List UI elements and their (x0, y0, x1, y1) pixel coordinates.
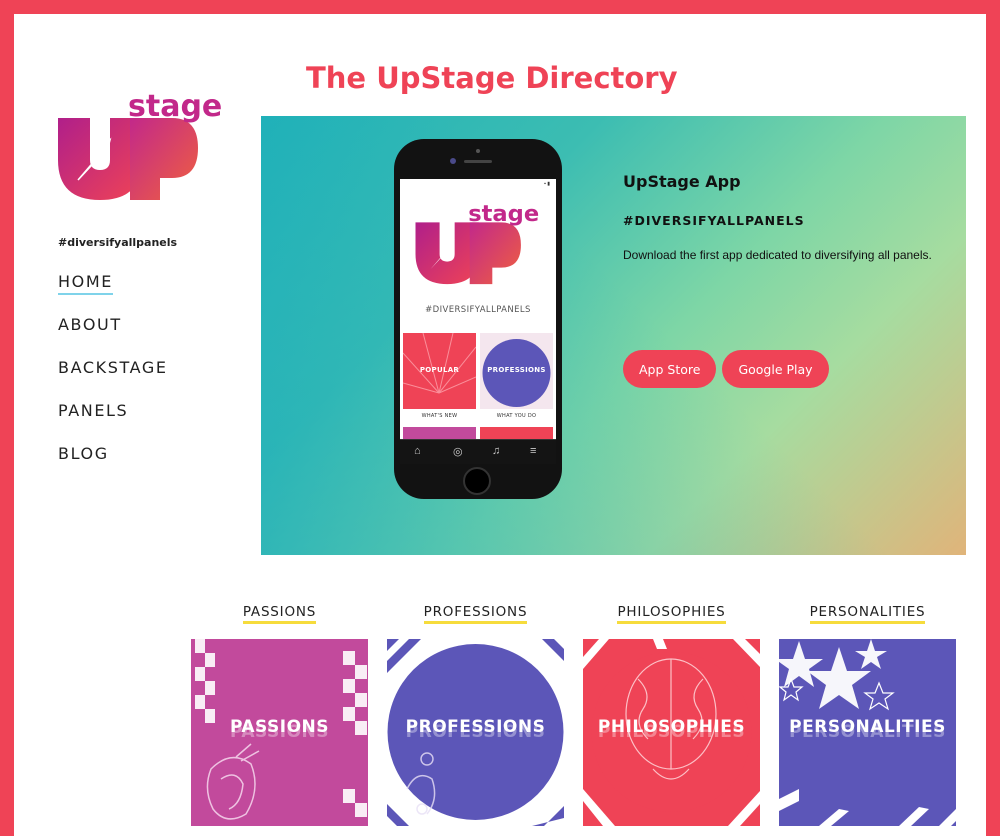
upstage-logo-icon: stage (58, 89, 222, 200)
category-label: PERSONALITIES (789, 717, 946, 737)
menu-icon: ≡ (530, 445, 537, 457)
category-image-professions[interactable]: PROFESSIONS (387, 639, 564, 826)
bell-icon: ♫ (492, 445, 501, 457)
upstage-logo-icon: stage (415, 201, 539, 285)
category-philosophies: PHILOSOPHIES PHILOSOPHIES (583, 604, 760, 826)
phone-speaker (464, 160, 492, 163)
app-title: UpStage App (623, 172, 741, 191)
phone-hashtag: #DIVERSIFYALLPANELS (425, 305, 531, 315)
main-nav: HOME ABOUT BACKSTAGE PANELS BLOG (58, 272, 168, 487)
svg-text:stage: stage (128, 89, 222, 124)
profile-icon: ◎ (453, 446, 463, 458)
category-link-passions[interactable]: PASSIONS (191, 604, 368, 624)
page-frame: stage #diversifyallpanels HOME ABOUT BAC… (14, 14, 986, 836)
nav-item-backstage[interactable]: BACKSTAGE (58, 358, 168, 379)
category-grid: PASSIONS PASSIONS PROFESSIONS PROFESSION… (191, 604, 956, 836)
google-play-button[interactable]: Google Play (722, 350, 829, 388)
nav-item-about[interactable]: ABOUT (58, 315, 122, 336)
home-icon: ⌂ (414, 445, 421, 457)
nav-item-home[interactable]: HOME (58, 272, 113, 295)
category-personalities: PERSONALITIES PERSONALITIES (779, 604, 956, 826)
category-passions: PASSIONS PASSIONS (191, 604, 368, 826)
category-link-professions[interactable]: PROFESSIONS (387, 604, 564, 624)
svg-text:stage: stage (468, 201, 539, 227)
category-link-personalities[interactable]: PERSONALITIES (779, 604, 956, 624)
category-label: PROFESSIONS (405, 717, 546, 737)
site-logo[interactable]: stage (56, 88, 226, 208)
phone-mockup: ▪ ▮ stage #DIVERSIFYALLPANELS POPULAR WH… (394, 139, 562, 499)
phone-screen: ▪ ▮ stage #DIVERSIFYALLPANELS POPULAR WH… (400, 179, 556, 464)
phone-home-button (463, 467, 491, 495)
phone-tab-bar: ⌂ ◎ ♫ ≡ (400, 439, 556, 464)
phone-tile-professions: PROFESSIONS (480, 333, 553, 409)
nav-item-blog[interactable]: BLOG (58, 444, 109, 465)
category-label: PHILOSOPHIES (597, 717, 746, 737)
phone-tile-label: POPULAR (419, 366, 460, 374)
phone-tile-label: PROFESSIONS (487, 366, 546, 374)
phone-tile-caption: WHAT'S NEW (421, 413, 458, 419)
category-image-passions[interactable]: PASSIONS (191, 639, 368, 826)
category-professions: PROFESSIONS PROFESSIONS (387, 604, 564, 826)
phone-tile-popular: POPULAR (403, 333, 476, 409)
category-link-philosophies[interactable]: PHILOSOPHIES (583, 604, 760, 624)
category-image-personalities[interactable]: PERSONALITIES (779, 639, 956, 826)
nav-item-panels[interactable]: PANELS (58, 401, 128, 422)
phone-camera (450, 158, 456, 164)
hero-text: UpStage App #DIVERSIFYALLPANELS Download… (623, 172, 943, 262)
app-hero: ▪ ▮ stage #DIVERSIFYALLPANELS POPULAR WH… (261, 116, 966, 555)
app-description: Download the first app dedicated to dive… (623, 248, 932, 262)
app-store-button[interactable]: App Store (623, 350, 717, 388)
status-icons: ▪ ▮ (544, 181, 550, 187)
category-image-philosophies[interactable]: PHILOSOPHIES (583, 639, 760, 826)
phone-sensor (476, 149, 480, 153)
app-hashtag: #DIVERSIFYALLPANELS (623, 213, 805, 228)
tagline: #diversifyallpanels (58, 236, 178, 249)
phone-tile-caption: WHAT YOU DO (496, 413, 537, 419)
category-label: PASSIONS (229, 717, 330, 737)
page-title: The UpStage Directory (306, 61, 678, 95)
store-buttons: App Store Google Play (623, 350, 835, 388)
